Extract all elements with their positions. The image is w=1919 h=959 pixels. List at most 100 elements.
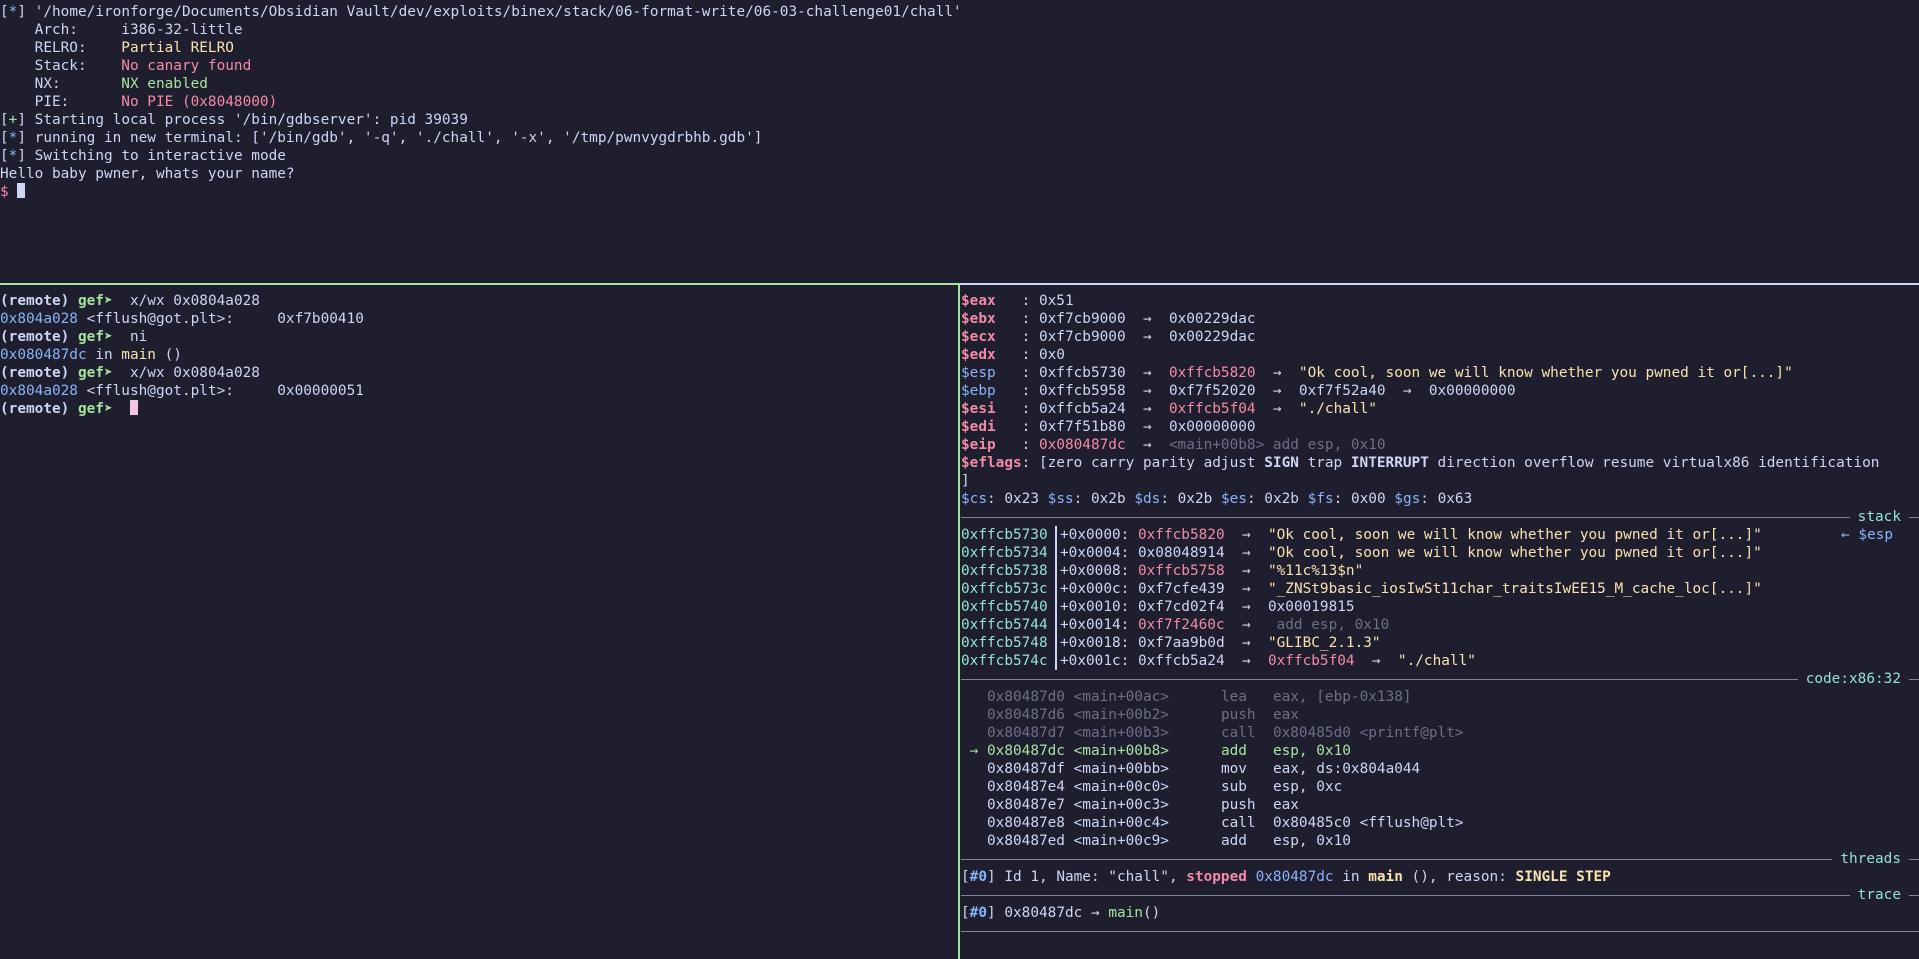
register-value: : 0x0 — [1021, 347, 1065, 363]
mnemonic: push — [1220, 707, 1256, 723]
nx-line: NX: NX enabled — [0, 76, 208, 92]
esp-marker: ← $esp — [1841, 527, 1893, 543]
register-value: : 0xf7cb9000 → 0x00229dac — [1021, 311, 1256, 327]
register-name: $ebp — [961, 383, 996, 399]
section-title: threads — [1832, 850, 1909, 868]
stack-row: 0xffcb5740 +0x0010: 0xf7cd02f4 → 0x000198… — [961, 598, 1355, 616]
threads-divider: threads — [961, 850, 1919, 868]
pwntools-terminal-pane[interactable]: [*] '/home/ironforge/Documents/Obsidian … — [0, 0, 1919, 283]
register-value: : 0xffcb5958 → 0xf7f52020 → 0xf7f52a40 →… — [1021, 383, 1516, 399]
start-process-line: [+] Starting local process '/bin/gdbserv… — [0, 112, 468, 128]
stack-row: 0xffcb5748 +0x0018: 0xf7aa9b0d → "GLIBC_2… — [961, 634, 1381, 652]
operands: 0x80485d0 <printf@plt> — [1272, 725, 1464, 741]
stack-row: 0xffcb5730 +0x0000: 0xffcb5820 → "Ok cool… — [961, 526, 1893, 544]
mnemonic: call — [1220, 725, 1256, 741]
segment-registers: $cs: 0x23 $ss: 0x2b $ds: 0x2b $es: 0x2b … — [961, 490, 1919, 508]
segment-name: $es — [1220, 491, 1247, 507]
pane-border — [0, 283, 959, 285]
interactive-mode-line: [*] Switching to interactive mode — [0, 148, 286, 164]
stack-section: 0xffcb5730 +0x0000: 0xffcb5820 → "Ok cool… — [961, 526, 1919, 670]
mnemonic: call — [1220, 815, 1256, 831]
current-instruction-arrow: → — [961, 743, 987, 759]
stack-address: 0xffcb5738 — [961, 563, 1048, 579]
program-output: Hello baby pwner, whats your name? — [0, 166, 295, 182]
register-name: $ebx — [961, 311, 996, 327]
gdb-output-line: 0x804a028 <fflush@got.plt>: 0xf7b00410 — [0, 311, 364, 327]
mnemonic: sub — [1220, 779, 1247, 795]
segment-name: $ds — [1134, 491, 1161, 507]
stack-bar — [1055, 580, 1057, 598]
path-text: '/home/ironforge/Documents/Obsidian Vaul… — [26, 4, 962, 20]
code-address: 0x80487d6 — [987, 707, 1065, 723]
operands: esp, 0x10 — [1272, 833, 1351, 849]
stack-row: 0xffcb573c +0x000c: 0xf7cfe439 → "_ZNSt9b… — [961, 580, 1762, 598]
gdb-input-line[interactable]: (remote) gef➤ — [0, 400, 957, 418]
stack-address: 0xffcb574c — [961, 653, 1048, 669]
segment-value: : 0x2b — [1073, 491, 1135, 507]
relro-line: RELRO: Partial RELRO — [0, 40, 234, 56]
stack-value: No canary found — [121, 58, 252, 74]
code-address: 0x80487dc — [987, 743, 1065, 759]
code-line: 0x80487ed <main+00c9> add esp, 0x10 — [961, 832, 1919, 850]
mnemonic: add — [1220, 743, 1247, 759]
gdb-command-pane[interactable]: (remote) gef➤ x/wx 0x0804a028 0x804a028 … — [0, 287, 957, 959]
gdb-command-line: (remote) gef➤ x/wx 0x0804a028 — [0, 365, 260, 381]
section-title: trace — [1849, 886, 1909, 904]
prompt-symbol: $ — [0, 184, 18, 200]
register-line: $eax : 0x51 — [961, 292, 1919, 310]
register-line: $eip : 0x080487dc → <main+00b8> add esp,… — [961, 437, 1386, 453]
code-line: → 0x80487dc <main+00b8> add esp, 0x10 — [961, 742, 1919, 760]
code-address: 0x80487d0 — [987, 689, 1065, 705]
code-line: 0x80487df <main+00bb> mov eax, ds:0x804a0… — [961, 760, 1919, 778]
mnemonic: lea — [1220, 689, 1247, 705]
code-address: 0x80487ed — [987, 833, 1065, 849]
register-line: $ecx : 0xf7cb9000 → 0x00229dac — [961, 328, 1919, 346]
stack-address: 0xffcb5748 — [961, 635, 1048, 651]
register-line: $ebp : 0xffcb5958 → 0xf7f52020 → 0xf7f52… — [961, 382, 1919, 400]
stack-bar — [1055, 526, 1057, 544]
interactive-prompt[interactable]: $ — [0, 183, 1919, 201]
mnemonic: push — [1220, 797, 1256, 813]
pie-value: No PIE (0x8048000) — [121, 94, 278, 110]
segment-name: $ss — [1047, 491, 1074, 507]
code-symbol: <main+00b8> — [1064, 743, 1169, 759]
text-cursor — [17, 183, 26, 198]
trace-divider: trace — [961, 886, 1919, 904]
stack-bar — [1055, 598, 1057, 616]
relro-value: Partial RELRO — [121, 40, 234, 56]
operands: 0x80485c0 <fflush@plt> — [1272, 815, 1464, 831]
segment-value: : 0x2b — [1160, 491, 1221, 507]
code-symbol: <main+00bb> — [1064, 761, 1169, 777]
stack-bar — [1055, 634, 1057, 652]
code-symbol: <main+00b2> — [1064, 707, 1169, 723]
text-cursor — [129, 400, 138, 415]
pie-line: PIE: No PIE (0x8048000) — [0, 94, 278, 110]
thread-line: [#0] Id 1, Name: "chall", stopped 0x8048… — [961, 869, 1611, 885]
register-name: $eax — [961, 293, 996, 309]
segment-value: : 0x23 — [987, 491, 1048, 507]
gdb-output-line: 0x804a028 <fflush@got.plt>: 0x00000051 — [0, 383, 364, 399]
stack-address: 0xffcb573c — [961, 581, 1048, 597]
segment-name: $cs — [961, 491, 987, 507]
stack-row: 0xffcb5744 +0x0014: 0xf7f2460c → add esp,… — [961, 616, 1390, 634]
trace-line: [#0] 0x80487dc → main() — [961, 905, 1161, 921]
gdb-output-line: 0x080487dc in main () — [0, 347, 182, 363]
code-address: 0x80487e7 — [987, 797, 1065, 813]
register-name: $esi — [961, 401, 996, 417]
operands: esp, 0xc — [1272, 779, 1343, 795]
arch-value: i386-32-little — [121, 22, 243, 38]
operands: eax — [1272, 797, 1299, 813]
pane-border[interactable] — [958, 283, 960, 959]
stack-bar — [1055, 616, 1057, 634]
gef-prompt: gef➤ — [77, 401, 122, 417]
code-section: 0x80487d0 <main+00ac> lea eax, [ebp-0x138… — [961, 688, 1919, 850]
register-line: $esi : 0xffcb5a24 → 0xffcb5f04 → "./chal… — [961, 401, 1377, 417]
arch-line: Arch: i386-32-little — [0, 22, 243, 38]
code-line: 0x80487d7 <main+00b3> call 0x80485d0 <pri… — [961, 724, 1919, 742]
operands: esp, 0x10 — [1272, 743, 1351, 759]
stack-bar — [1055, 652, 1057, 670]
code-symbol: <main+00c9> — [1064, 833, 1169, 849]
gef-context-pane[interactable]: $eax : 0x51 $ebx : 0xf7cb9000 → 0x00229da… — [961, 287, 1919, 959]
code-address: 0x80487e8 — [987, 815, 1065, 831]
register-value: : 0xf7cb9000 → 0x00229dac — [1021, 329, 1256, 345]
